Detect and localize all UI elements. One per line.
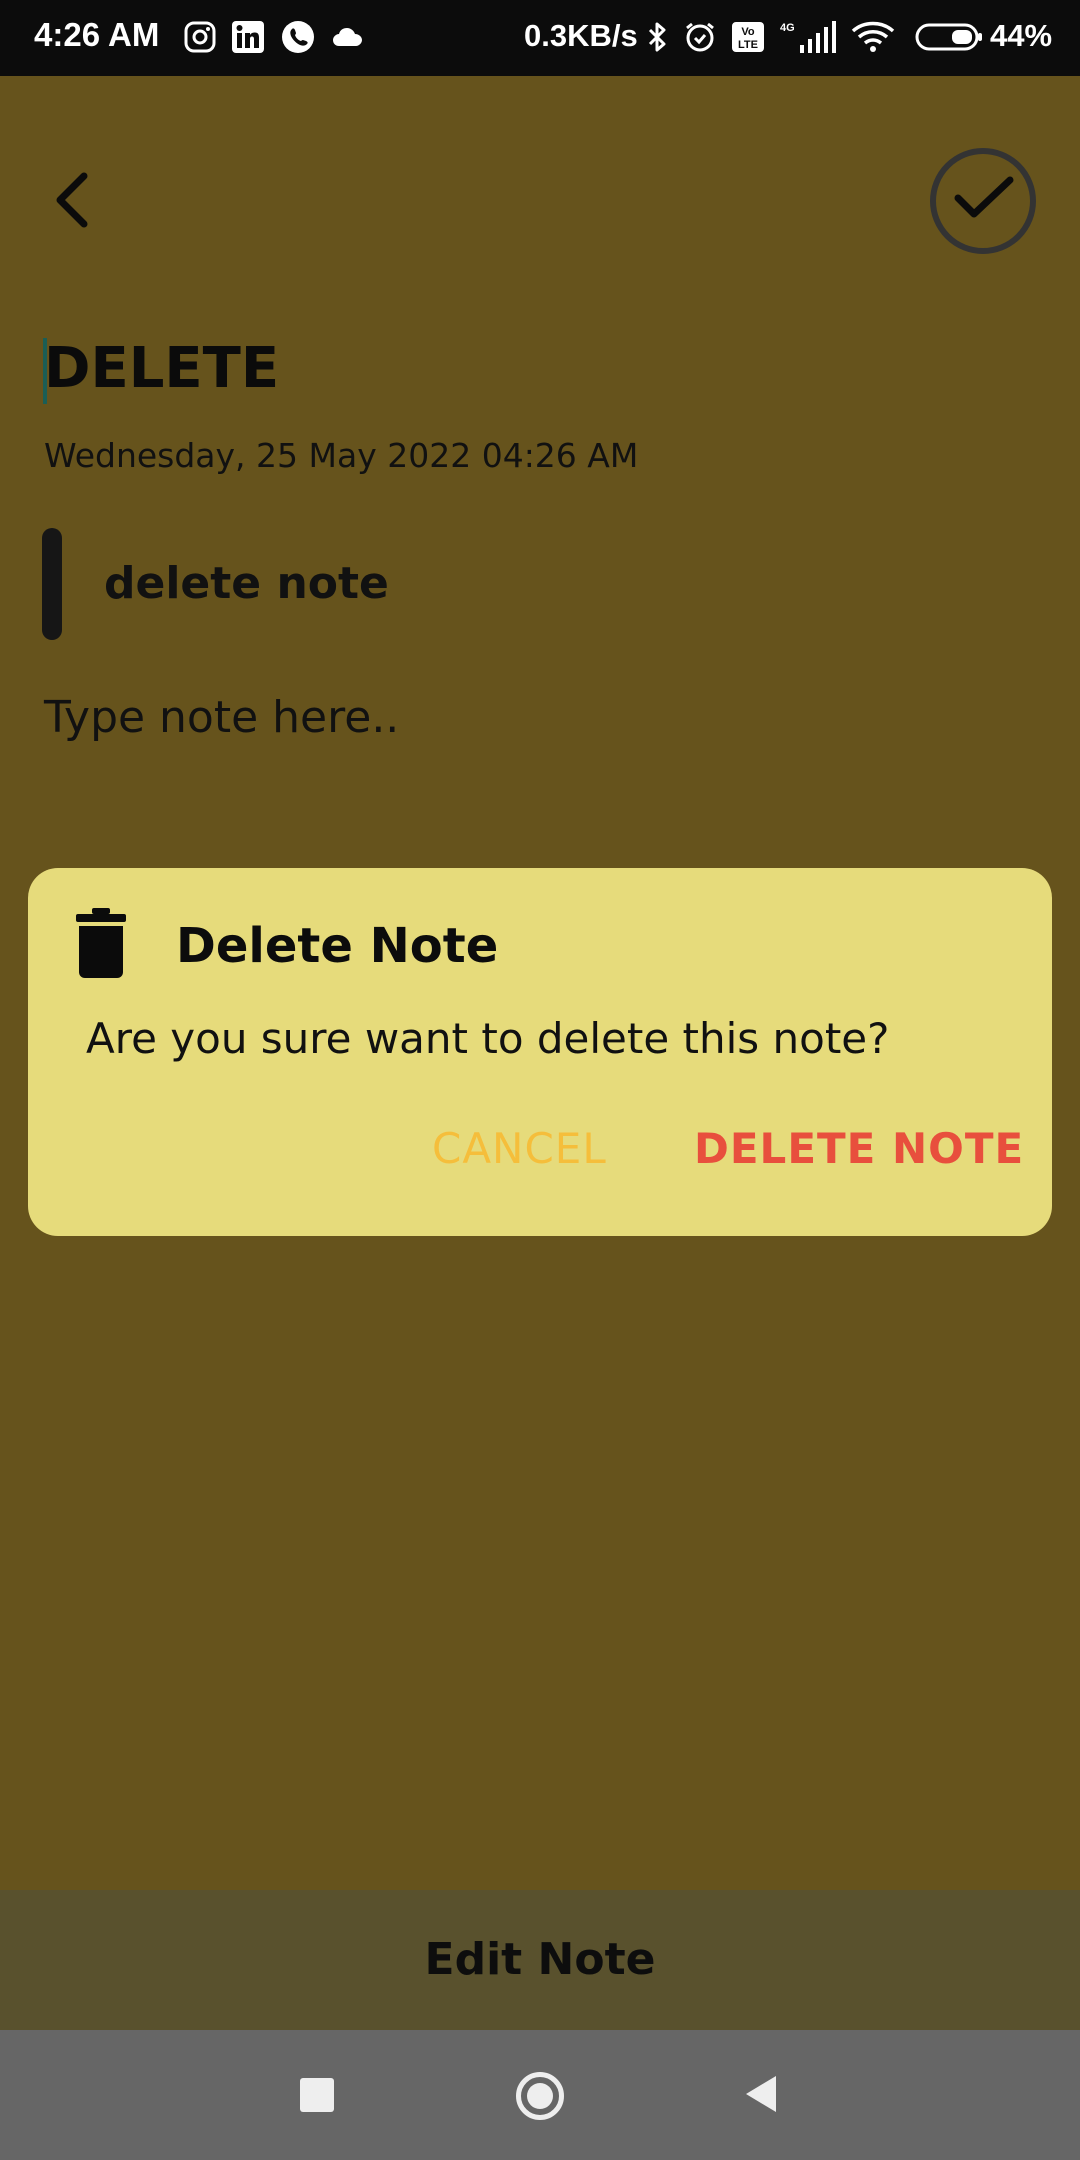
chevron-left-icon [56, 172, 88, 228]
battery-icon [915, 23, 982, 51]
recents-button[interactable] [300, 2078, 334, 2112]
note-date: Wednesday, 25 May 2022 04:26 AM [44, 436, 639, 475]
whatsapp-icon [282, 21, 314, 53]
edit-note-label: Edit Note [424, 1934, 656, 1985]
cloud-icon [333, 28, 362, 46]
volte-icon: Vo LTE [732, 22, 764, 52]
delete-note-dialog: Delete Note Are you sure want to delete … [28, 868, 1052, 1236]
note-subtitle-input[interactable]: delete note [104, 558, 389, 609]
status-bar: 4:26 AM 0.3KB/s Vo LTE 4G 44% [0, 0, 1080, 76]
subtitle-indicator [42, 528, 62, 640]
cancel-button[interactable]: CANCEL [432, 1124, 607, 1173]
note-body-input[interactable]: Type note here.. [44, 692, 399, 743]
signal-icon: 4G [780, 21, 836, 53]
network-speed: 0.3KB/s [524, 18, 638, 53]
trash-icon [76, 908, 126, 978]
system-nav-bar [0, 2030, 1080, 2160]
dialog-message: Are you sure want to delete this note? [86, 1014, 890, 1063]
alarm-icon [686, 22, 714, 52]
dialog-title: Delete Note [176, 918, 499, 974]
back-button[interactable] [40, 166, 110, 236]
wifi-icon [851, 21, 895, 52]
nav-back-button[interactable] [744, 2074, 778, 2114]
edit-note-bar[interactable]: Edit Note [0, 1890, 1080, 2030]
battery-percent: 44% [990, 18, 1053, 53]
svg-text:Vo: Vo [741, 26, 755, 38]
home-button[interactable] [516, 2072, 564, 2120]
status-time: 4:26 AM [34, 16, 160, 53]
note-title-input[interactable]: DELETE [44, 336, 279, 401]
svg-text:4G: 4G [780, 22, 795, 34]
save-note-button[interactable] [930, 148, 1036, 254]
instagram-icon [184, 21, 216, 53]
svg-text:LTE: LTE [738, 39, 758, 51]
linkedin-icon [232, 21, 264, 53]
delete-note-button[interactable]: DELETE NOTE [694, 1124, 1024, 1173]
bluetooth-icon [648, 22, 666, 52]
check-icon [954, 176, 1014, 218]
